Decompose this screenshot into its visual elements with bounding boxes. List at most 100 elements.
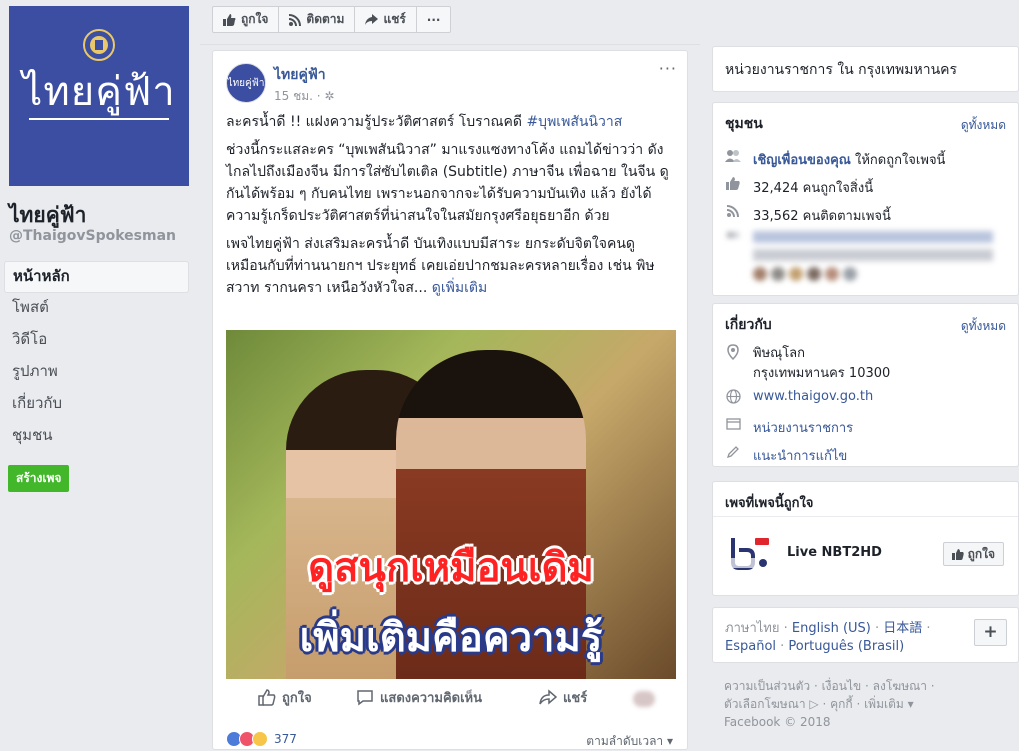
like-page-button[interactable]: ถูกใจ bbox=[212, 6, 280, 33]
friend-avatar bbox=[771, 267, 785, 281]
card-divider bbox=[713, 516, 1018, 517]
footer-line2[interactable]: ตัวเลือกโฆษณา ▷ · คุกกี้ · เพิ่มเติม ▾ bbox=[724, 695, 1014, 713]
globe-icon: · ✲ bbox=[316, 89, 335, 103]
invite-friends-link[interactable]: เชิญเพื่อนของคุณ bbox=[753, 153, 851, 168]
liked-page-like-button[interactable]: ถูกใจ bbox=[942, 542, 1004, 566]
nav-item-home[interactable]: หน้าหลัก bbox=[4, 261, 189, 293]
footer-line1[interactable]: ความเป็นส่วนตัว · เงื่อนไข · ลงโฆษณา · bbox=[724, 677, 1014, 695]
liked-page-like-label: ถูกใจ bbox=[967, 546, 995, 561]
nbt2hd-logo-icon[interactable] bbox=[729, 534, 773, 574]
post-photo[interactable]: ดูสนุกเหมือนเดิม เพิ่มเติมคือความรู้ bbox=[226, 330, 676, 679]
pencil-icon bbox=[725, 445, 741, 459]
nav-item-posts[interactable]: โพสต์ bbox=[4, 293, 189, 325]
friend-avatar bbox=[825, 267, 839, 281]
follow-page-button[interactable]: ติดตาม bbox=[278, 6, 356, 33]
thumbs-up-icon bbox=[258, 689, 276, 706]
share-page-button[interactable]: แชร์ bbox=[354, 6, 417, 33]
header-divider bbox=[200, 44, 700, 45]
hashtag-link[interactable]: #บุพเพสันนิวาส bbox=[526, 114, 622, 130]
language-card: ภาษาไทย · English (US) · 日本語 · Español ·… bbox=[712, 607, 1019, 663]
likes-count: 32,424 คนถูกใจสิ่งนี้ bbox=[753, 181, 874, 196]
more-languages-button[interactable]: + bbox=[974, 619, 1007, 646]
nav-item-photos[interactable]: รูปภาพ bbox=[4, 357, 189, 389]
address-line2: กรุงเทพมหานคร 10300 bbox=[753, 366, 891, 381]
nav-item-videos[interactable]: วิดีโอ bbox=[4, 325, 189, 357]
invite-friends-text: ให้กดถูกใจเพจนี้ bbox=[850, 153, 946, 168]
category-row: หน่วยงานราชการ bbox=[725, 417, 853, 438]
post-paragraph: ช่วงนี้กระแสละคร “บุพเพสันนิวาส” มาแรงแซ… bbox=[226, 142, 669, 224]
language-spanish[interactable]: Español bbox=[725, 639, 776, 654]
page-username[interactable]: @ThaigovSpokesman bbox=[9, 228, 176, 244]
friend-avatar bbox=[843, 267, 857, 281]
follow-page-label: ติดตาม bbox=[306, 12, 345, 26]
more-options-button[interactable]: ··· bbox=[415, 6, 452, 33]
avatar-text: ไทยคู่ฟ้า bbox=[227, 77, 265, 89]
folder-icon bbox=[725, 417, 741, 430]
post-text: ละครน้ำดี !! แฝงความรู้ประวัติศาสตร์ โบร… bbox=[226, 111, 678, 305]
friend-avatar bbox=[789, 267, 803, 281]
follows-count: 33,562 คนติดตามเพจนี้ bbox=[753, 209, 891, 224]
liked-pages-title: เพจที่เพจนี้ถูกใจ bbox=[725, 496, 814, 511]
liked-page-name[interactable]: Live NBT2HD bbox=[787, 545, 882, 560]
about-card: เกี่ยวกับ ดูทั้งหมด พิษณุโลก กรุงเทพมหานค… bbox=[712, 303, 1019, 467]
website-row: www.thaigov.go.th bbox=[725, 389, 873, 404]
thumbs-up-icon bbox=[223, 13, 236, 26]
community-title[interactable]: ชุมชน bbox=[725, 113, 763, 135]
page-nav: หน้าหลัก โพสต์ วิดีโอ รูปภาพ เกี่ยวกับ ช… bbox=[4, 261, 189, 453]
friend-avatars-blurred bbox=[753, 267, 861, 281]
address-row: พิษณุโลก กรุงเทพมหานคร 10300 bbox=[725, 344, 890, 384]
page-category-text[interactable]: หน่วยงานราชการ ใน กรุงเทพมหานคร bbox=[725, 62, 957, 78]
language-portuguese[interactable]: Português (Brasil) bbox=[788, 639, 904, 654]
page-category-card: หน่วยงานราชการ ใน กรุงเทพมหานคร bbox=[712, 46, 1019, 92]
share-arrow-icon bbox=[539, 689, 557, 705]
friend-avatar bbox=[753, 267, 767, 281]
rss-icon bbox=[725, 205, 741, 217]
category-link[interactable]: หน่วยงานราชการ bbox=[753, 417, 853, 438]
language-english[interactable]: English (US) bbox=[792, 621, 871, 636]
footer-copyright: Facebook © 2018 bbox=[724, 715, 831, 729]
suggest-edit-row: แนะนำการแก้ไข bbox=[725, 445, 847, 466]
post-share-button[interactable]: แชร์ bbox=[539, 687, 587, 708]
nav-item-about[interactable]: เกี่ยวกับ bbox=[4, 389, 189, 421]
haha-reaction-icon bbox=[252, 731, 268, 747]
share-page-label: แชร์ bbox=[383, 12, 406, 26]
post-author-avatar[interactable]: ไทยคู่ฟ้า bbox=[226, 63, 266, 103]
post-like-button[interactable]: ถูกใจ bbox=[258, 687, 312, 708]
post-author-name[interactable]: ไทยคู่ฟ้า bbox=[274, 64, 326, 86]
community-see-all-link[interactable]: ดูทั้งหมด bbox=[961, 116, 1006, 135]
nav-item-community[interactable]: ชุมชน bbox=[4, 421, 189, 453]
likes-count-row: 32,424 คนถูกใจสิ่งนี้ bbox=[725, 177, 873, 198]
globe-icon bbox=[725, 389, 741, 404]
comment-icon bbox=[357, 690, 373, 706]
post-like-label: ถูกใจ bbox=[282, 691, 312, 706]
thumbs-up-icon bbox=[951, 548, 964, 560]
thumbs-up-icon bbox=[725, 177, 741, 190]
share-arrow-icon bbox=[365, 13, 379, 25]
community-card: ชุมชน ดูทั้งหมด เชิญเพื่อนของคุณ ให้กดถู… bbox=[712, 102, 1019, 296]
viewer-avatar[interactable] bbox=[633, 691, 655, 707]
website-link[interactable]: www.thaigov.go.th bbox=[753, 389, 873, 404]
blurred-text bbox=[753, 231, 993, 261]
photo-caption-line1: ดูสนุกเหมือนเดิม bbox=[308, 545, 594, 591]
about-title[interactable]: เกี่ยวกับ bbox=[725, 314, 772, 336]
follows-count-row: 33,562 คนติดตามเพจนี้ bbox=[725, 205, 891, 226]
post-options-button[interactable]: ··· bbox=[659, 59, 677, 78]
location-pin-icon bbox=[725, 344, 741, 360]
language-japanese[interactable]: 日本語 bbox=[883, 621, 922, 636]
reaction-summary[interactable]: 377 bbox=[226, 731, 297, 747]
left-column: ไทยคู่ฟ้า ไทยคู่ฟ้า @ThaigovSpokesman หน… bbox=[0, 0, 200, 742]
post-paragraph: เพจไทยคู่ฟ้า ส่งเสริมละครน้ำดี บันเทิงแบ… bbox=[226, 233, 678, 299]
post-comment-button[interactable]: แสดงความคิดเห็น bbox=[356, 687, 482, 708]
reaction-count: 377 bbox=[274, 732, 297, 746]
see-more-link[interactable]: ดูเพิ่มเติม bbox=[432, 280, 487, 296]
cover-logo-underline bbox=[29, 118, 169, 120]
photo-caption-line2: เพิ่มเติมคือความรู้ bbox=[299, 615, 603, 661]
people-icon bbox=[725, 149, 741, 163]
page-profile-picture[interactable]: ไทยคู่ฟ้า bbox=[9, 6, 189, 186]
create-page-button[interactable]: สร้างเพจ bbox=[8, 465, 70, 492]
invite-friends-row: เชิญเพื่อนของคุณ ให้กดถูกใจเพจนี้ bbox=[725, 149, 945, 170]
suggest-edit-link[interactable]: แนะนำการแก้ไข bbox=[753, 445, 847, 466]
post-time: 15 ชม. bbox=[274, 89, 313, 103]
post-timestamp[interactable]: 15 ชม. · ✲ bbox=[274, 87, 334, 106]
about-see-all-link[interactable]: ดูทั้งหมด bbox=[961, 317, 1006, 336]
